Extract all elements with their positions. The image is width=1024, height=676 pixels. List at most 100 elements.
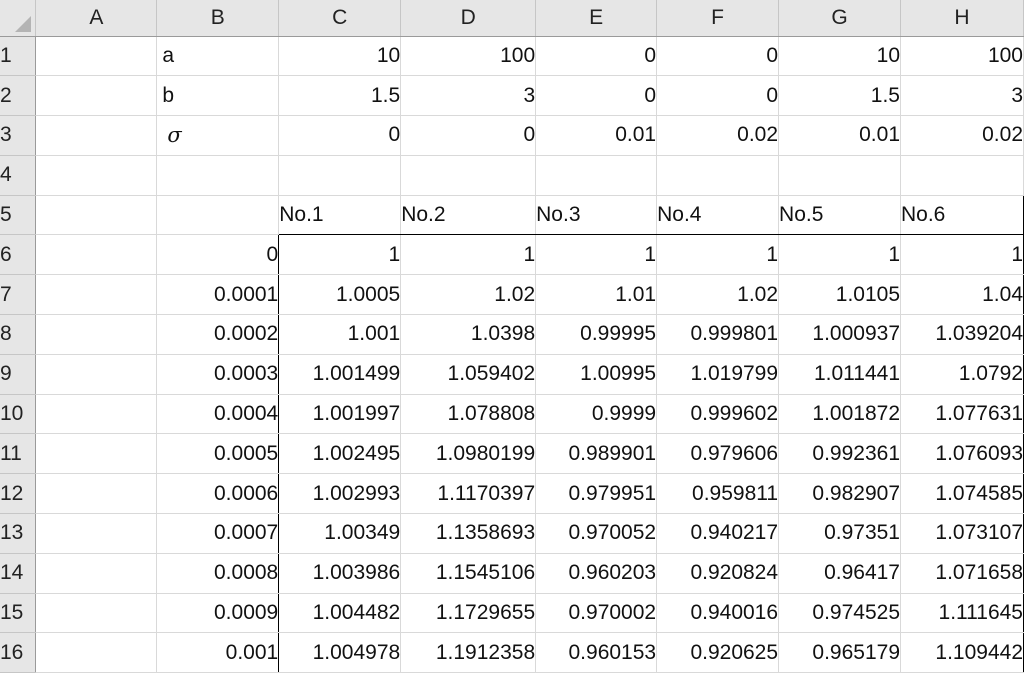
cell-c7[interactable]: 1.0005 <box>278 274 402 316</box>
cell-a3[interactable] <box>35 115 158 156</box>
cell-d9[interactable]: 1.059402 <box>400 354 537 395</box>
cell-d8[interactable]: 1.0398 <box>400 314 537 355</box>
column-header-d[interactable]: D <box>400 0 537 37</box>
row-header-5[interactable]: 5 <box>0 195 37 236</box>
cell-d16[interactable]: 1.1912358 <box>400 632 537 674</box>
row-header-10[interactable]: 10 <box>0 394 37 435</box>
cell-d11[interactable]: 1.0980199 <box>400 433 537 475</box>
cell-a1[interactable] <box>35 36 158 77</box>
cell-h15[interactable]: 1.111645 <box>900 593 1024 634</box>
column-header-a[interactable]: A <box>35 0 158 37</box>
cell-c11[interactable]: 1.002495 <box>278 433 402 475</box>
cell-h14[interactable]: 1.071658 <box>900 553 1024 594</box>
row-header-12[interactable]: 12 <box>0 473 37 515</box>
row-header-16[interactable]: 16 <box>0 632 37 674</box>
cell-g14[interactable]: 0.96417 <box>778 553 901 594</box>
column-header-g[interactable]: G <box>778 0 901 37</box>
cell-b5[interactable] <box>156 195 280 236</box>
cell-b2[interactable]: b <box>156 75 280 117</box>
cell-c6[interactable]: 1 <box>278 234 402 276</box>
row-header-11[interactable]: 11 <box>0 433 37 475</box>
cell-f3[interactable]: 0.02 <box>656 115 780 156</box>
cell-e12[interactable]: 0.979951 <box>535 473 658 515</box>
cell-a14[interactable] <box>35 553 158 594</box>
cell-d15[interactable]: 1.1729655 <box>400 593 537 634</box>
cell-h1[interactable]: 100 <box>900 36 1024 77</box>
cell-f7[interactable]: 1.02 <box>656 274 780 316</box>
cell-f16[interactable]: 0.920625 <box>656 632 780 674</box>
row-header-4[interactable]: 4 <box>0 155 37 196</box>
cell-b9[interactable]: 0.0003 <box>156 354 280 395</box>
cell-b3[interactable]: σ <box>156 115 280 156</box>
cell-e5[interactable]: No.3 <box>535 194 658 236</box>
cell-c10[interactable]: 1.001997 <box>278 394 402 435</box>
cell-e7[interactable]: 1.01 <box>535 274 658 316</box>
cell-d6[interactable]: 1 <box>400 234 537 276</box>
cell-h10[interactable]: 1.077631 <box>900 394 1024 435</box>
row-header-7[interactable]: 7 <box>0 274 37 316</box>
cell-c5[interactable]: No.1 <box>278 194 402 236</box>
column-header-h[interactable]: H <box>900 0 1024 37</box>
cell-h16[interactable]: 1.109442 <box>900 632 1024 674</box>
cell-b13[interactable]: 0.0007 <box>156 513 280 554</box>
column-header-e[interactable]: E <box>535 0 658 37</box>
cell-d14[interactable]: 1.1545106 <box>400 553 537 594</box>
cell-f2[interactable]: 0 <box>656 75 780 117</box>
cell-f12[interactable]: 0.959811 <box>656 473 780 515</box>
cell-f8[interactable]: 0.999801 <box>656 314 780 355</box>
cell-g15[interactable]: 0.974525 <box>778 593 901 634</box>
row-header-3[interactable]: 3 <box>0 115 37 156</box>
cell-b1[interactable]: a <box>156 36 280 77</box>
cell-a6[interactable] <box>35 234 158 276</box>
cell-g7[interactable]: 1.0105 <box>778 274 901 316</box>
cell-b16[interactable]: 0.001 <box>156 632 280 674</box>
cell-b14[interactable]: 0.0008 <box>156 553 280 594</box>
cell-h4[interactable] <box>900 155 1024 196</box>
cell-c1[interactable]: 10 <box>278 36 402 77</box>
cell-h7[interactable]: 1.04 <box>900 274 1024 316</box>
cell-g16[interactable]: 0.965179 <box>778 632 901 674</box>
cell-a15[interactable] <box>35 593 158 634</box>
cell-b4[interactable] <box>156 155 280 196</box>
cell-f11[interactable]: 0.979606 <box>656 433 780 475</box>
cell-g3[interactable]: 0.01 <box>778 115 901 156</box>
cell-f10[interactable]: 0.999602 <box>656 394 780 435</box>
cell-c9[interactable]: 1.001499 <box>278 354 402 395</box>
cell-g12[interactable]: 0.982907 <box>778 473 901 515</box>
cell-f13[interactable]: 0.940217 <box>656 513 780 554</box>
cell-e15[interactable]: 0.970002 <box>535 593 658 634</box>
cell-b6[interactable]: 0 <box>156 234 280 276</box>
cell-c12[interactable]: 1.002993 <box>278 473 402 515</box>
cell-b8[interactable]: 0.0002 <box>156 314 280 355</box>
cell-f6[interactable]: 1 <box>656 234 780 276</box>
cell-e14[interactable]: 0.960203 <box>535 553 658 594</box>
cell-c16[interactable]: 1.004978 <box>278 632 402 674</box>
cell-e1[interactable]: 0 <box>535 36 658 77</box>
cell-a13[interactable] <box>35 513 158 554</box>
cell-e2[interactable]: 0 <box>535 75 658 117</box>
cell-c15[interactable]: 1.004482 <box>278 593 402 634</box>
cell-d13[interactable]: 1.1358693 <box>400 513 537 554</box>
cell-d3[interactable]: 0 <box>400 115 537 156</box>
column-header-f[interactable]: F <box>656 0 780 37</box>
column-header-b[interactable]: B <box>156 0 280 37</box>
cell-h13[interactable]: 1.073107 <box>900 513 1024 554</box>
cell-d2[interactable]: 3 <box>400 75 537 117</box>
cell-d4[interactable] <box>400 155 537 196</box>
cell-e8[interactable]: 0.99995 <box>535 314 658 355</box>
cell-f14[interactable]: 0.920824 <box>656 553 780 594</box>
cell-c4[interactable] <box>278 155 402 196</box>
cell-a5[interactable] <box>35 195 158 236</box>
cell-a7[interactable] <box>35 274 158 316</box>
row-header-9[interactable]: 9 <box>0 354 37 395</box>
cell-g9[interactable]: 1.011441 <box>778 354 901 395</box>
cell-c14[interactable]: 1.003986 <box>278 553 402 594</box>
cell-d1[interactable]: 100 <box>400 36 537 77</box>
cell-g13[interactable]: 0.97351 <box>778 513 901 554</box>
cell-e9[interactable]: 1.00995 <box>535 354 658 395</box>
cell-d5[interactable]: No.2 <box>400 194 537 236</box>
row-header-1[interactable]: 1 <box>0 36 37 77</box>
cell-a9[interactable] <box>35 354 158 395</box>
cell-c8[interactable]: 1.001 <box>278 314 402 355</box>
cell-a16[interactable] <box>35 632 158 674</box>
